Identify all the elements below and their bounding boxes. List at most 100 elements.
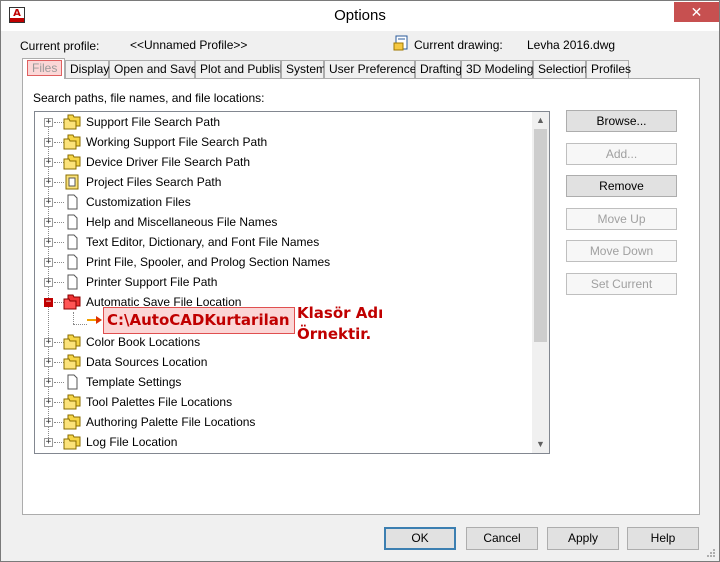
expand-icon[interactable]: + [44,238,53,247]
tree-item-data-sources-location[interactable]: + Data Sources Location [35,352,535,372]
folders-icon [63,114,81,130]
tree-item-tool-palettes-file-locations[interactable]: + Tool Palettes File Locations [35,392,535,412]
search-paths-label: Search paths, file names, and file locat… [33,91,265,105]
tree-item-help-and-misc-file-names[interactable]: + Help and Miscellaneous File Names [35,212,535,232]
annotation-line-2: Örnektir. [297,325,372,343]
folders-icon [63,334,81,350]
document-icon [67,194,78,210]
apply-button[interactable]: Apply [547,527,619,550]
tree-item-label: Customization Files [86,195,191,209]
tab-selection[interactable]: Selection [533,60,587,78]
tab-plot-and-publish[interactable]: Plot and Publish [195,60,287,78]
tree-item-printer-support-file-path[interactable]: + Printer Support File Path [35,272,535,292]
folders-icon [63,354,81,370]
tree-item-label: Support File Search Path [86,115,221,129]
expand-icon[interactable]: + [44,358,53,367]
tree-scrollbar[interactable]: ▲ ▼ [532,112,549,453]
tree-item-label: Device Driver File Search Path [86,155,251,169]
tab-profiles[interactable]: Profiles [586,60,631,78]
resize-grip-icon[interactable] [706,548,716,558]
current-profile-value: <<Unnamed Profile>> [130,38,248,52]
tree-subconnector-h [73,324,87,325]
tree-item-label: Help and Miscellaneous File Names [86,215,278,229]
tab-drafting[interactable]: Drafting [415,60,462,78]
expand-icon[interactable]: + [44,378,53,387]
set-current-button[interactable]: Set Current [566,273,677,295]
expand-icon[interactable]: + [44,258,53,267]
tab-3d-modeling[interactable]: 3D Modeling [461,60,533,78]
folders-icon [63,414,81,430]
expand-icon[interactable]: + [44,218,53,227]
tree-item-label: Printer Support File Path [86,275,218,289]
move-up-button[interactable]: Move Up [566,208,677,230]
add-button[interactable]: Add... [566,143,677,165]
expand-icon[interactable]: + [44,138,53,147]
ok-button[interactable]: OK [384,527,456,550]
tree-item-label: Tool Palettes File Locations [86,395,233,409]
close-button[interactable]: ✕ [674,2,719,22]
tree-item-working-support-file-search-path[interactable]: + Working Support File Search Path [35,132,535,152]
help-button[interactable]: Help [627,527,699,550]
expand-icon[interactable]: + [44,418,53,427]
drawing-file-icon [393,35,408,51]
tree-item-label: Print File, Spooler, and Prolog Section … [86,255,331,269]
tree-item-label: Data Sources Location [86,355,208,369]
tree-item-label: Template Settings [86,375,182,389]
remove-button[interactable]: Remove [566,175,677,197]
move-down-button[interactable]: Move Down [566,240,677,262]
tree-item-label: Authoring Palette File Locations [86,415,256,429]
tree-item-text-editor-dictionary-font[interactable]: + Text Editor, Dictionary, and Font File… [35,232,535,252]
scroll-thumb[interactable] [534,129,547,342]
tab-files[interactable]: Files [22,58,65,79]
document-icon [67,274,78,290]
tree-item-log-file-location[interactable]: + Log File Location [35,432,535,452]
current-profile-label: Current profile: [20,39,100,53]
cancel-button[interactable]: Cancel [466,527,538,550]
tab-user-preferences[interactable]: User Preferences [324,60,422,78]
autosave-path-item[interactable]: C:\AutoCADKurtarilan [103,307,295,334]
expand-icon[interactable]: + [44,178,53,187]
collapse-icon[interactable]: − [44,298,53,307]
tree-item-print-file-spooler-prolog[interactable]: + Print File, Spooler, and Prolog Sectio… [35,252,535,272]
expand-icon[interactable]: + [44,338,53,347]
browse-button[interactable]: Browse... [566,110,677,132]
options-dialog: A Options ✕ Current profile: <<Unnamed P… [0,0,720,562]
tree-item-color-book-locations[interactable]: + Color Book Locations [35,332,535,352]
document-icon [67,254,78,270]
tree-item-label: Log File Location [86,435,178,449]
project-files-icon [65,174,79,190]
tree-item-label: Text Editor, Dictionary, and Font File N… [86,235,320,249]
scroll-up-arrow-icon[interactable]: ▲ [532,112,549,129]
expand-icon[interactable]: + [44,118,53,127]
tree-item-support-file-search-path[interactable]: + Support File Search Path [35,112,535,132]
tree-item-authoring-palette-file-locations[interactable]: + Authoring Palette File Locations [35,412,535,432]
window-title: Options [334,7,386,24]
autosave-folder-icon [63,294,81,310]
scroll-down-arrow-icon[interactable]: ▼ [532,436,549,453]
expand-icon[interactable]: + [44,158,53,167]
annotation-note: Klasör Adı Örnektir. [297,303,417,345]
expand-icon[interactable]: + [44,398,53,407]
expand-icon[interactable]: + [44,438,53,447]
document-icon [67,234,78,250]
tree-item-customization-files[interactable]: + Customization Files [35,192,535,212]
folders-icon [63,434,81,450]
files-tab-panel: Search paths, file names, and file locat… [22,78,700,515]
tab-system[interactable]: System [281,60,326,78]
current-drawing-label: Current drawing: [414,38,503,52]
tree-item-label: Working Support File Search Path [86,135,268,149]
document-icon [67,374,78,390]
folders-icon [63,394,81,410]
tab-display[interactable]: Display [65,60,109,78]
tree-item-label: Project Files Search Path [86,175,222,189]
folders-icon [63,154,81,170]
file-locations-tree[interactable]: + Support File Search Path + Working Sup… [34,111,550,454]
current-drawing-value: Levha 2016.dwg [527,38,616,52]
expand-icon[interactable]: + [44,278,53,287]
expand-icon[interactable]: + [44,198,53,207]
tree-item-device-driver-file-search-path[interactable]: + Device Driver File Search Path [35,152,535,172]
tab-open-and-save[interactable]: Open and Save [109,60,197,78]
title-bar: A Options ✕ [1,1,719,31]
tree-item-template-settings[interactable]: + Template Settings [35,372,535,392]
tree-item-project-files-search-path[interactable]: + Project Files Search Path [35,172,535,192]
